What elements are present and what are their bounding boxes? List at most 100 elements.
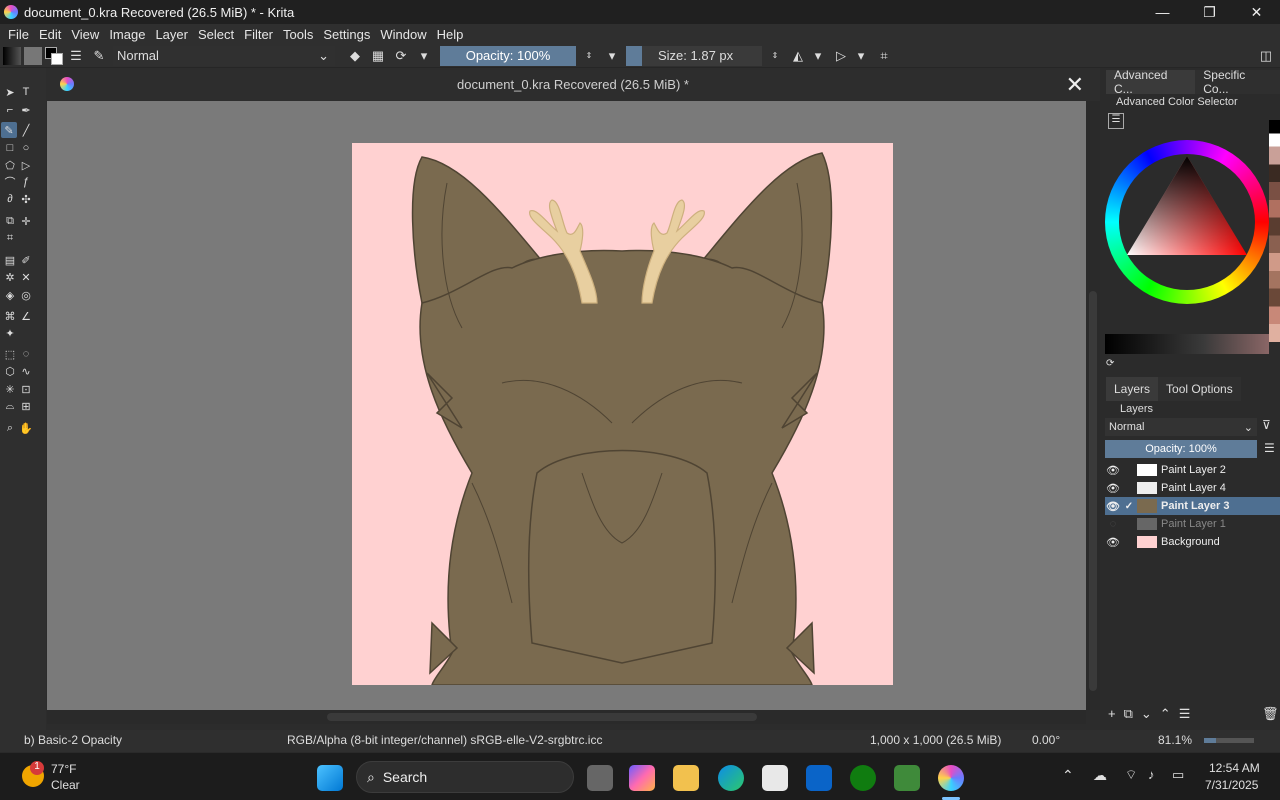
menu-help[interactable]: Help	[432, 27, 469, 42]
layer-row[interactable]: 👁 Paint Layer 2	[1105, 461, 1280, 479]
hue-ring[interactable]	[1105, 140, 1269, 304]
menu-select[interactable]: Select	[193, 27, 239, 42]
measure-tool-icon[interactable]: ∠	[18, 308, 34, 324]
reload-preset-icon[interactable]: ⟳	[391, 46, 411, 66]
krita-taskbar-icon[interactable]	[938, 765, 964, 791]
bezier-tool-icon[interactable]: ⌒	[2, 174, 18, 190]
mirror-vertical-icon[interactable]: ▷	[831, 46, 851, 66]
layer-opacity-slider[interactable]: Opacity: 100%	[1105, 440, 1257, 458]
close-document-button[interactable]: ✕	[1066, 72, 1084, 98]
horizontal-scroll-thumb[interactable]	[327, 713, 757, 721]
zoom-tool-icon[interactable]: ⌕	[2, 420, 18, 436]
file-explorer-icon[interactable]	[673, 765, 699, 791]
edge-icon[interactable]	[718, 765, 744, 791]
wifi-icon[interactable]: ⌔	[1125, 767, 1137, 783]
docker-toggle-icon[interactable]: ◫	[1256, 46, 1276, 66]
pattern-swatch[interactable]	[24, 46, 42, 65]
close-window-button[interactable]: ✕	[1233, 0, 1280, 24]
zoom-slider[interactable]	[1204, 738, 1254, 743]
select-shapes-icon[interactable]: ➤	[2, 84, 18, 100]
freehand-brush-icon[interactable]: ✎	[1, 122, 17, 138]
transform-tool-icon[interactable]: ⧉	[2, 213, 18, 229]
freehand-select-icon[interactable]: ∿	[18, 363, 34, 379]
menu-tools[interactable]: Tools	[278, 27, 318, 42]
polygon-select-icon[interactable]: ⬡	[2, 363, 18, 379]
line-tool-icon[interactable]: ╱	[18, 122, 34, 138]
brush-presets-icon[interactable]: ☰	[66, 46, 86, 66]
freehand-path-icon[interactable]: ƒ	[18, 174, 34, 190]
chevron-down-icon[interactable]: ▾	[602, 46, 622, 66]
alpha-lock-icon[interactable]: ▦	[368, 46, 388, 66]
move-down-icon[interactable]: ⌄	[1141, 706, 1152, 722]
ellipse-tool-icon[interactable]: ○	[18, 140, 34, 156]
enclose-fill-icon[interactable]: ◎	[18, 287, 34, 303]
polygon-tool-icon[interactable]: ⬠	[2, 157, 18, 173]
polyline-tool-icon[interactable]: ▷	[18, 157, 34, 173]
tab-advanced-color[interactable]: Advanced C...	[1106, 68, 1196, 96]
layer-row[interactable]: ◌ Paint Layer 1	[1105, 515, 1280, 533]
document-tab[interactable]: document_0.kra Recovered (26.5 MiB) * ✕	[46, 68, 1100, 101]
blend-mode-select[interactable]: Normal ⌄	[113, 45, 335, 66]
layer-row[interactable]: 👁 Background	[1105, 533, 1280, 551]
clock-time[interactable]: 12:54 AM	[1209, 761, 1260, 775]
colorize-mask-icon[interactable]: ✲	[2, 269, 18, 285]
layer-menu-icon[interactable]: ☰	[1264, 441, 1275, 455]
xbox-icon[interactable]	[850, 765, 876, 791]
value-slider[interactable]	[1105, 334, 1269, 354]
menu-file[interactable]: File	[3, 27, 34, 42]
text-tool-icon[interactable]: T	[18, 84, 34, 100]
dynamic-brush-icon[interactable]: ∂	[2, 191, 18, 207]
saturation-triangle[interactable]	[1105, 140, 1269, 304]
contiguous-select-icon[interactable]: ✳	[2, 381, 18, 397]
menu-edit[interactable]: Edit	[34, 27, 66, 42]
chevron-down-icon[interactable]: ▾	[808, 46, 828, 66]
visibility-eye-icon[interactable]: 👁	[1105, 482, 1121, 495]
tab-tool-options[interactable]: Tool Options	[1158, 377, 1241, 401]
minecraft-icon[interactable]	[894, 765, 920, 791]
checkbox-checked-icon[interactable]: ✓	[1123, 501, 1135, 512]
layer-row[interactable]: 👁 Paint Layer 4	[1105, 479, 1280, 497]
menu-image[interactable]: Image	[104, 27, 150, 42]
bezier-select-icon[interactable]: ⌓	[2, 398, 18, 414]
rectangle-tool-icon[interactable]: □	[2, 140, 18, 156]
ellipse-select-icon[interactable]: ◌	[18, 346, 34, 362]
layer-blend-select[interactable]: Normal ⌄	[1105, 418, 1257, 436]
minimize-button[interactable]: —	[1139, 0, 1186, 24]
color-history-strip[interactable]	[1269, 120, 1280, 342]
refresh-icon[interactable]: ⟳	[1106, 358, 1114, 369]
layer-row-selected[interactable]: 👁 ✓ Paint Layer 3	[1105, 497, 1280, 515]
color-picker-icon[interactable]: ✐	[18, 252, 34, 268]
eraser-icon[interactable]: ◆	[345, 46, 365, 66]
calligraphy-icon[interactable]: ✒	[18, 102, 34, 118]
chevron-down-icon[interactable]: ▾	[414, 46, 434, 66]
add-layer-icon[interactable]: +	[1108, 706, 1116, 722]
chevron-down-icon[interactable]: ▾	[851, 46, 871, 66]
reference-images-icon[interactable]: ✦	[2, 325, 18, 341]
pan-tool-icon[interactable]: ✋	[18, 420, 34, 436]
menu-window[interactable]: Window	[375, 27, 431, 42]
mirror-horizontal-icon[interactable]: ◭	[788, 46, 808, 66]
clock-date[interactable]: 7/31/2025	[1205, 778, 1258, 792]
visibility-eye-icon[interactable]: 👁	[1105, 500, 1121, 513]
store-icon[interactable]	[762, 765, 788, 791]
size-slider[interactable]: Size: 1.87 px	[626, 45, 762, 66]
fg-bg-color-icon[interactable]	[45, 46, 63, 65]
vertical-scroll-thumb[interactable]	[1089, 291, 1097, 691]
hidden-eye-icon[interactable]: ◌	[1105, 518, 1121, 530]
onedrive-icon[interactable]: ☁	[1093, 767, 1107, 784]
filter-icon[interactable]: ⊽	[1262, 418, 1271, 432]
wrap-around-icon[interactable]: ⌗	[874, 46, 894, 66]
zoom-value[interactable]: 81.1%	[1158, 733, 1192, 747]
rect-select-icon[interactable]: ⬚	[2, 346, 18, 362]
tab-specific-color[interactable]: Specific Co...	[1195, 68, 1280, 96]
edit-shapes-icon[interactable]: ⌐	[2, 102, 18, 118]
task-view-icon[interactable]	[587, 765, 613, 791]
similar-select-icon[interactable]: ⊡	[18, 381, 34, 397]
rotation-value[interactable]: 0.00°	[1032, 733, 1060, 747]
menu-view[interactable]: View	[66, 27, 104, 42]
spin-arrows-icon[interactable]: ⇕	[765, 46, 785, 66]
visibility-eye-icon[interactable]: 👁	[1105, 536, 1121, 549]
gradient-swatch[interactable]	[3, 46, 21, 65]
opacity-slider[interactable]: Opacity: 100%	[440, 45, 576, 66]
menu-layer[interactable]: Layer	[150, 27, 193, 42]
